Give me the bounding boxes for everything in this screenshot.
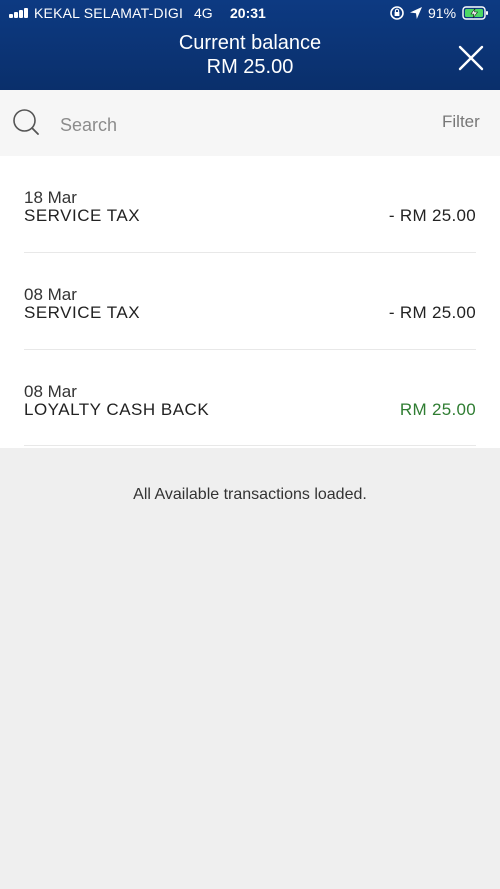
transaction-amount: RM 25.00 [399,400,476,419]
row-divider [24,252,476,253]
transaction-description: SERVICE TAX [24,303,141,322]
rotation-lock-icon [390,6,404,20]
balance-title: Current balance [178,32,322,54]
row-divider [24,445,476,446]
signal-icon [9,8,31,18]
battery-percentage: 91% [428,5,457,21]
status-time: 20:31 [230,5,266,21]
row-divider [24,349,476,350]
transaction-description: LOYALTY CASH BACK [24,400,210,419]
transaction-date: 08 Mar [24,382,77,401]
transaction-row[interactable]: 18 Mar SERVICE TAX - RM 25.00 [24,188,476,284]
transactions-loaded-message: All Available transactions loaded. [133,486,367,503]
network-type: 4G [194,5,213,21]
transaction-row[interactable]: 08 Mar LOYALTY CASH BACK RM 25.00 [24,382,476,478]
battery-charging-icon [462,6,488,20]
transaction-row[interactable]: 08 Mar SERVICE TAX - RM 25.00 [24,285,476,381]
transaction-amount: - RM 25.00 [388,206,476,225]
search-icon[interactable] [12,108,40,136]
search-input[interactable] [58,110,392,140]
filter-button[interactable]: Filter [442,112,480,132]
carrier-name: KEKAL SELAMAT-DIGI [34,5,184,21]
status-bar: KEKAL SELAMAT-DIGI 4G 20:31 91% [0,0,500,26]
transaction-description: SERVICE TAX [24,206,141,225]
transaction-date: 08 Mar [24,285,77,304]
balance-amount: RM 25.00 [206,56,294,78]
balance-header: KEKAL SELAMAT-DIGI 4G 20:31 91% Current … [0,0,500,90]
transaction-date: 18 Mar [24,188,77,207]
location-arrow-icon [410,7,422,19]
close-icon[interactable] [457,44,485,72]
transaction-list: 18 Mar SERVICE TAX - RM 25.00 08 Mar SER… [0,156,500,448]
transaction-amount: - RM 25.00 [388,303,476,322]
